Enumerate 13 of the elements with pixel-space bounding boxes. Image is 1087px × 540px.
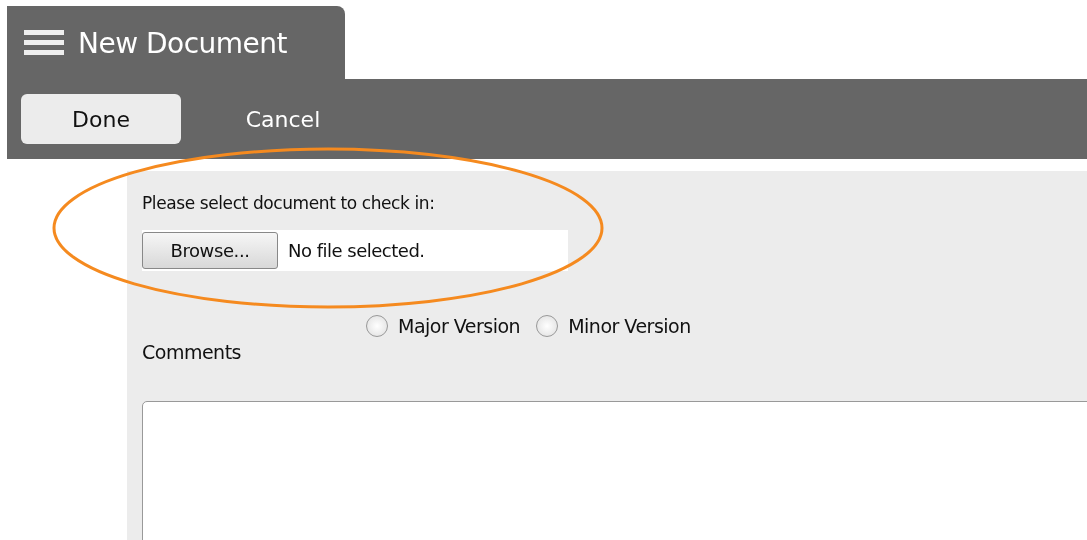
browse-button[interactable]: Browse... (142, 232, 278, 269)
radio-button[interactable] (366, 315, 388, 337)
done-button[interactable]: Done (21, 94, 181, 144)
prompt-label: Please select document to check in: (142, 193, 436, 213)
menu-icon[interactable] (24, 30, 64, 56)
radio-label: Major Version (398, 315, 521, 337)
radio-button[interactable] (536, 315, 559, 337)
comments-label: Comments (142, 341, 242, 363)
cancel-button[interactable]: Cancel (213, 94, 353, 144)
window-title: New Document (78, 26, 288, 60)
file-status: No file selected. (288, 240, 425, 261)
file-input[interactable]: Browse... No file selected. (142, 230, 568, 271)
radio-label: Minor Version (568, 315, 691, 337)
